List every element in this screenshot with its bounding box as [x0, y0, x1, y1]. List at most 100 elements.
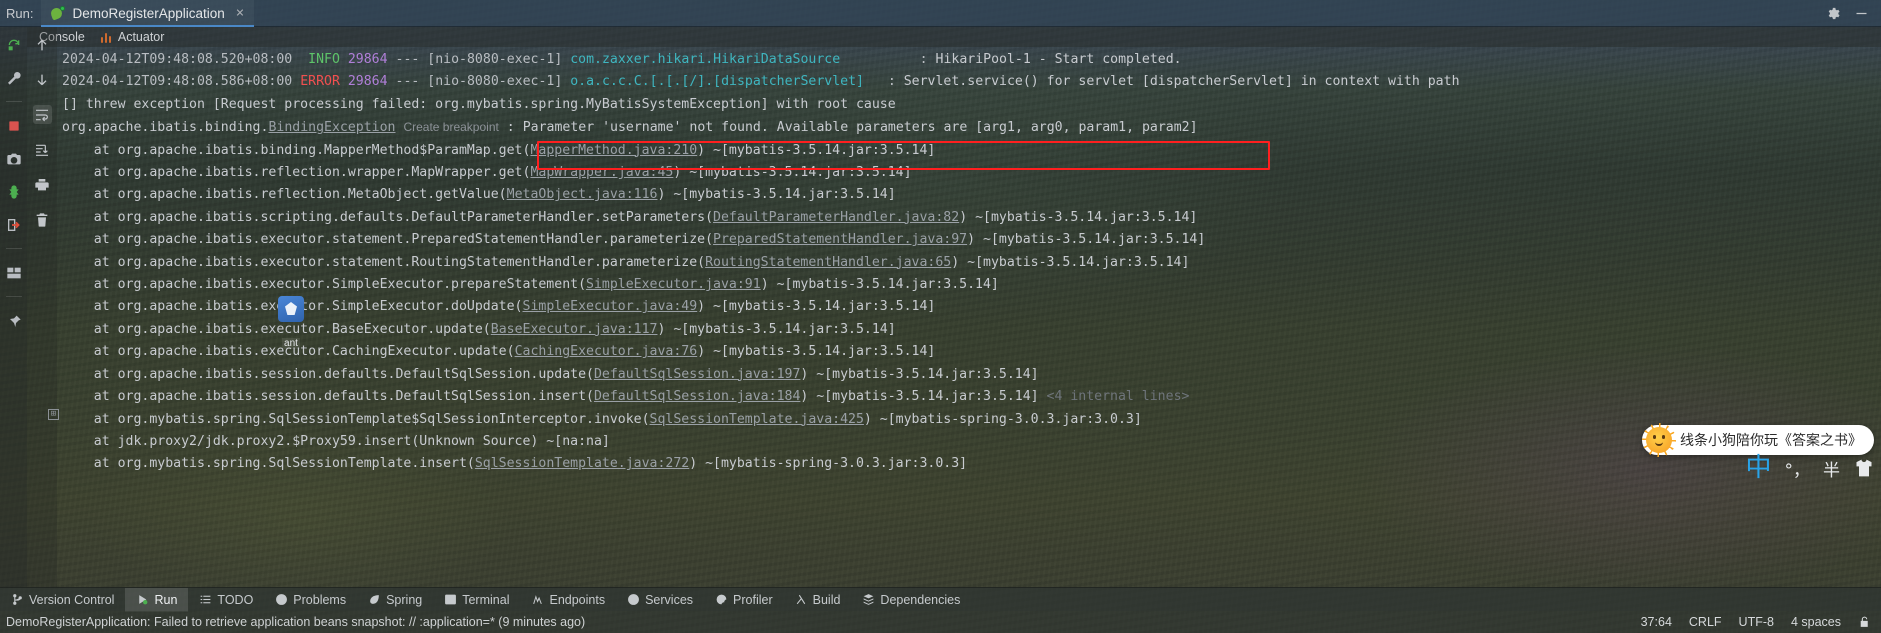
stack-link[interactable]: DefaultParameterHandler.java:82: [713, 210, 959, 225]
console-output[interactable]: 2024-04-12T09:48:08.520+08:00 INFO 29864…: [57, 47, 1881, 587]
exception-colon: :: [506, 120, 515, 136]
stack-link[interactable]: SqlSessionTemplate.java:272: [475, 456, 689, 471]
print-icon[interactable]: [33, 175, 52, 194]
pin-icon[interactable]: [4, 311, 23, 330]
camera-icon[interactable]: [4, 149, 23, 168]
layout-icon[interactable]: [4, 263, 23, 282]
file-encoding[interactable]: UTF-8: [1739, 615, 1774, 629]
tool-label: Spring: [386, 592, 423, 607]
stack-post: ) ~[mybatis-3.5.14.jar:3.5.14]: [673, 165, 912, 181]
stack-link[interactable]: MapperMethod.java:210: [530, 143, 697, 158]
arrow-up-icon[interactable]: [33, 35, 52, 54]
tool-button-terminal[interactable]: Terminal: [433, 588, 520, 612]
desktop-shortcut-ant[interactable]: ant: [277, 296, 305, 353]
tool-button-build[interactable]: Build: [784, 588, 852, 612]
stack-post: ) ~[mybatis-3.5.14.jar:3.5.14]: [800, 366, 1039, 382]
tool-button-run[interactable]: Run: [125, 587, 189, 612]
stack-link[interactable]: SimpleExecutor.java:91: [586, 277, 761, 292]
indent-setting[interactable]: 4 spaces: [1791, 615, 1841, 629]
line-separator[interactable]: CRLF: [1689, 615, 1722, 629]
shirt-icon[interactable]: [1853, 458, 1875, 478]
tool-label: Dependencies: [880, 592, 961, 607]
stack-link[interactable]: SimpleExecutor.java:49: [523, 299, 698, 314]
status-message[interactable]: DemoRegisterApplication: Failed to retri…: [0, 615, 585, 629]
fold-expand-icon[interactable]: ⊞: [48, 409, 59, 420]
log-line-error: 2024-04-12T09:48:08.586+08:00 ERROR 2986…: [57, 71, 1881, 93]
create-breakpoint-hint[interactable]: Create breakpoint: [403, 120, 498, 134]
caret-position[interactable]: 37:64: [1641, 615, 1672, 629]
tool-label: Profiler: [733, 592, 773, 607]
trash-icon[interactable]: [33, 210, 52, 229]
tool-button-profiler[interactable]: Profiler: [704, 588, 784, 612]
stack-pre: at org.mybatis.spring.SqlSessionTemplate…: [62, 456, 475, 472]
toolbar-divider-2: [5, 248, 22, 249]
exit-icon[interactable]: [4, 215, 23, 234]
stack-post: ) ~[mybatis-3.5.14.jar:3.5.14]: [967, 232, 1206, 248]
log-timestamp: 2024-04-12T09:48:08.586+08:00: [62, 74, 293, 90]
stack-link[interactable]: PreparedStatementHandler.java:97: [713, 232, 967, 247]
stack-link[interactable]: RoutingStatementHandler.java:65: [705, 255, 951, 270]
lock-icon[interactable]: [1858, 615, 1871, 629]
run-actions-toolbar: [0, 27, 27, 587]
log-pid: 29864: [347, 52, 388, 67]
thread-dump-icon[interactable]: [4, 182, 23, 201]
soft-wrap-icon[interactable]: [32, 105, 52, 124]
stack-link[interactable]: DefaultSqlSession.java:184: [594, 389, 800, 404]
status-bar: DemoRegisterApplication: Failed to retri…: [0, 611, 1881, 633]
tool-button-dependencies[interactable]: Dependencies: [851, 588, 971, 612]
ime-width-toggle[interactable]: 半: [1823, 456, 1840, 481]
rerun-icon[interactable]: [4, 35, 23, 54]
stack-pre: at org.apache.ibatis.executor.statement.…: [62, 232, 714, 248]
stack-line: at org.apache.ibatis.scripting.defaults.…: [57, 207, 1881, 229]
log-colon: :: [887, 74, 896, 90]
exception-message: Parameter 'username' not found. Availabl…: [522, 120, 1198, 136]
stack-pre: at org.apache.ibatis.session.defaults.De…: [62, 389, 594, 405]
tab-actuator[interactable]: Actuator: [100, 30, 164, 44]
scroll-to-end-icon[interactable]: [33, 140, 52, 159]
ime-status-bar: 中 °， 半: [1745, 455, 1875, 481]
toolbar-divider: [5, 101, 22, 102]
stack-pre: at org.apache.ibatis.reflection.MetaObje…: [62, 187, 507, 203]
log-level: INFO: [308, 52, 340, 67]
tool-label: Run: [154, 592, 178, 607]
tool-button-problems[interactable]: Problems: [264, 588, 357, 612]
exception-package: org.apache.ibatis.binding.: [62, 120, 269, 136]
stack-link[interactable]: MetaObject.java:116: [507, 187, 658, 202]
exception-class-link[interactable]: BindingException: [268, 120, 395, 135]
gear-icon[interactable]: [1825, 6, 1840, 21]
wrench-icon[interactable]: [4, 68, 23, 87]
tool-button-endpoints[interactable]: Endpoints: [520, 588, 616, 612]
ime-punctuation-toggle[interactable]: °，: [1785, 456, 1811, 481]
close-icon[interactable]: ×: [236, 5, 244, 21]
stack-post: ) ~[mybatis-3.5.14.jar:3.5.14]: [657, 187, 896, 203]
stack-link[interactable]: MapWrapper.java:45: [530, 165, 673, 180]
ime-mode-chinese[interactable]: 中: [1745, 455, 1771, 481]
stack-pre: at org.apache.ibatis.scripting.defaults.…: [62, 209, 714, 225]
tool-button-services[interactable]: Services: [616, 588, 704, 612]
stack-pre: at org.apache.ibatis.session.defaults.De…: [62, 366, 594, 382]
stack-link[interactable]: SqlSessionTemplate.java:425: [650, 412, 864, 427]
spring-boot-icon: [49, 6, 66, 21]
tool-button-version-control[interactable]: Version Control: [0, 588, 125, 612]
stack-link[interactable]: BaseExecutor.java:117: [491, 322, 658, 337]
run-configuration-tab[interactable]: DemoRegisterApplication ×: [41, 0, 255, 27]
stack-link[interactable]: DefaultSqlSession.java:197: [594, 367, 800, 382]
stop-icon[interactable]: [4, 116, 23, 135]
arrow-down-icon[interactable]: [33, 70, 52, 89]
stack-pre: at org.mybatis.spring.SqlSessionTemplate…: [62, 411, 650, 427]
stack-post: ) ~[mybatis-3.5.14.jar:3.5.14]: [760, 277, 999, 293]
internal-lines-fold[interactable]: <4 internal lines>: [1047, 389, 1190, 404]
stack-line: at org.apache.ibatis.executor.SimpleExec…: [57, 274, 1881, 296]
stack-link[interactable]: CachingExecutor.java:76: [515, 344, 698, 359]
stack-post: ) ~[mybatis-3.5.14.jar:3.5.14]: [697, 299, 936, 315]
stack-post: ) ~[mybatis-3.5.14.jar:3.5.14]: [951, 254, 1190, 270]
tool-button-spring[interactable]: Spring: [357, 588, 433, 612]
stack-line: at org.apache.ibatis.executor.statement.…: [57, 229, 1881, 251]
minimize-icon[interactable]: [1854, 6, 1869, 21]
exception-line: org.apache.ibatis.binding.BindingExcepti…: [57, 116, 1881, 139]
stack-line: at org.apache.ibatis.binding.MapperMetho…: [57, 140, 1881, 162]
ime-promo-popup[interactable]: 线条小狗陪你玩《答案之书》: [1642, 423, 1874, 457]
tool-button-todo[interactable]: TODO: [188, 588, 264, 612]
log-logger: o.a.c.c.C.[.[.[/].[dispatcherServlet]: [570, 74, 864, 90]
run-label: Run:: [6, 5, 34, 21]
